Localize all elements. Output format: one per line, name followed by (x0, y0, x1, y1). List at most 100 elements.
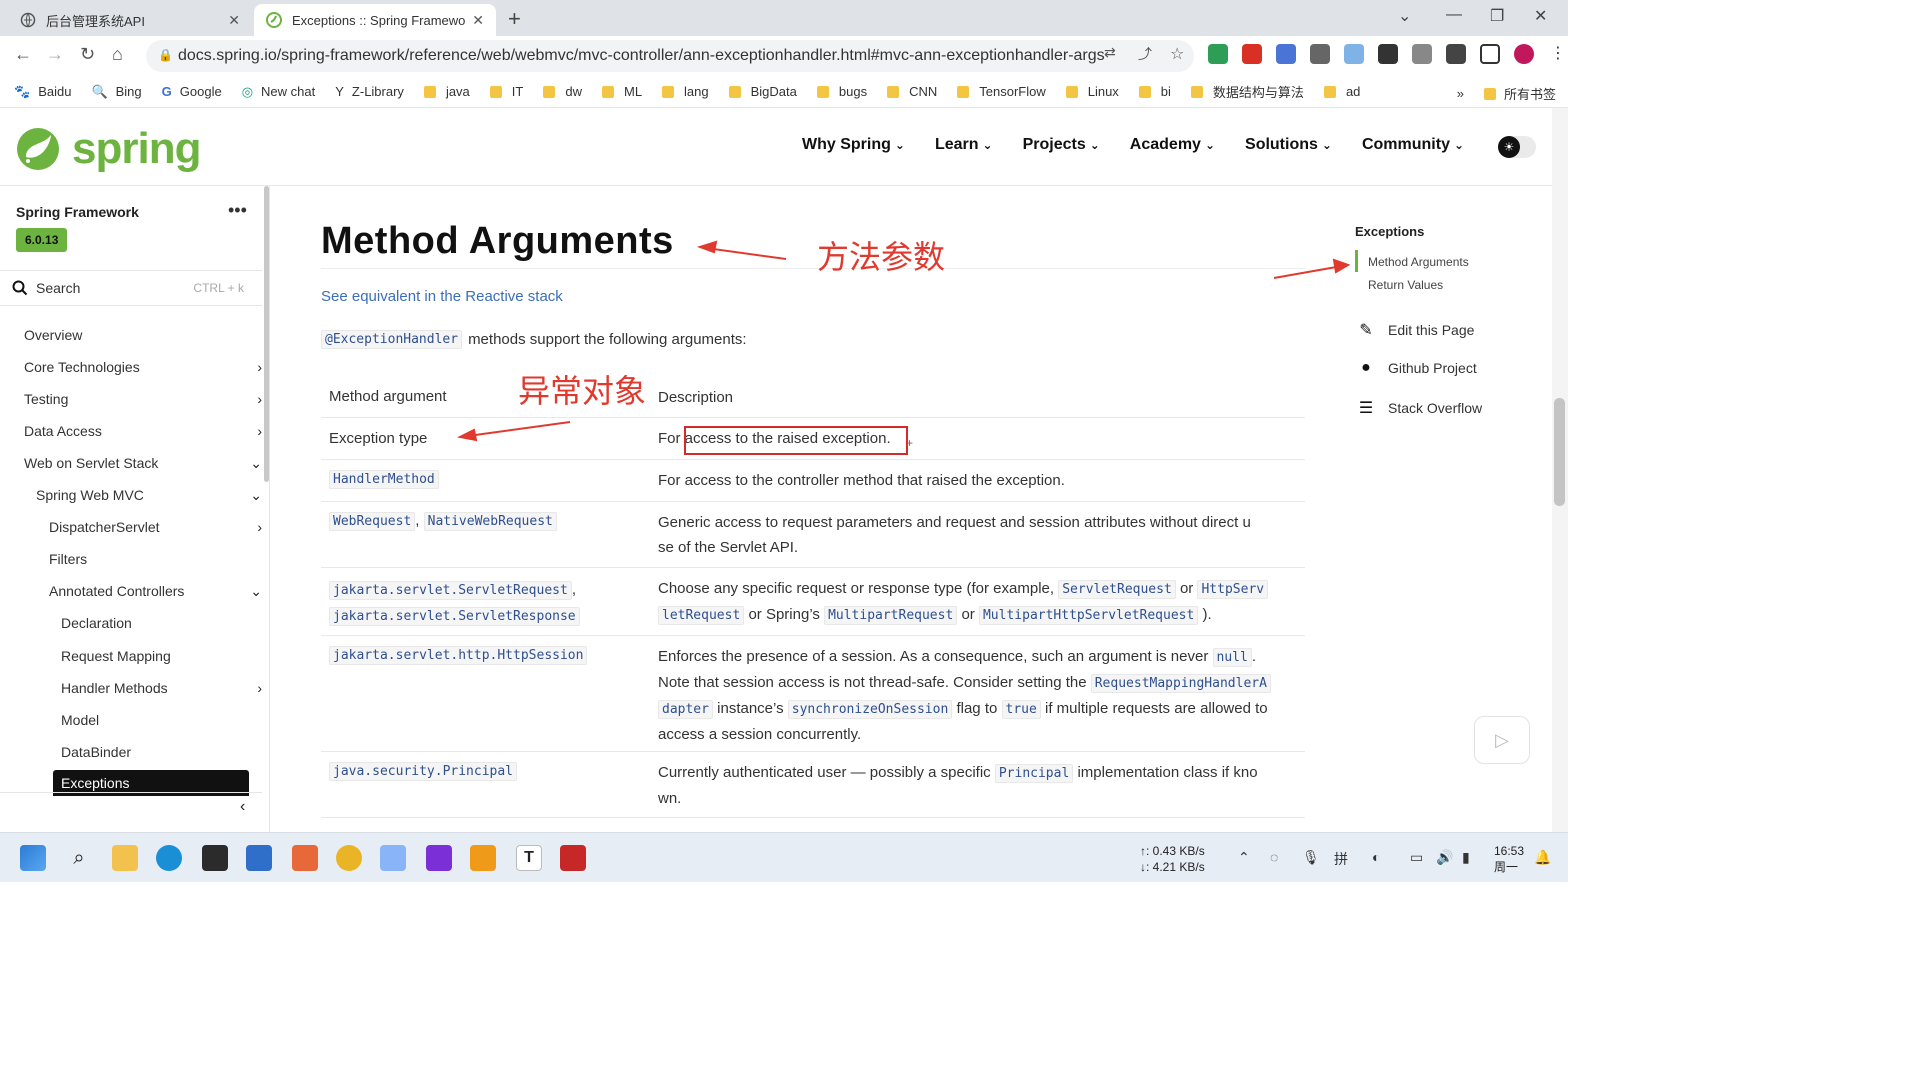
version-badge[interactable]: 6.0.13 (16, 228, 68, 252)
share-icon[interactable]: ⤴ (1138, 44, 1152, 64)
input-method-icon[interactable]: 拼 (1334, 849, 1348, 869)
window-close-icon[interactable]: ✕ (1534, 6, 1547, 26)
chevron-down-icon[interactable]: ⌄ (250, 583, 262, 600)
sidebar-item-databinder[interactable]: DataBinder (61, 739, 269, 765)
bookmark-new-chat[interactable]: ◎ New chat (242, 84, 316, 100)
bookmark-folder[interactable]: java (423, 84, 470, 99)
vue-extension-icon[interactable] (1310, 44, 1330, 64)
nav-community[interactable]: Community ⌄ (1362, 136, 1464, 154)
new-tab-button[interactable]: + (508, 6, 521, 32)
chevron-right-icon[interactable]: › (257, 519, 262, 535)
bookmark-folder[interactable]: bi (1138, 84, 1171, 99)
chevron-down-icon[interactable]: ⌄ (250, 487, 262, 504)
sidebar-item-data-access[interactable]: Data Access › (24, 418, 269, 444)
nav-learn[interactable]: Learn ⌄ (935, 136, 993, 154)
tab-admin-api[interactable]: 后台管理系统API ✕ (8, 4, 252, 36)
microphone-icon[interactable]: 🎙 (1302, 849, 1320, 866)
bookmark-baidu[interactable]: 🐾 Baidu (14, 84, 71, 100)
battery-icon[interactable]: ▮ (1462, 849, 1470, 866)
nav-why-spring[interactable]: Why Spring ⌄ (802, 136, 905, 154)
bookmark-folder[interactable]: BigData (728, 84, 797, 99)
bookmark-folder[interactable]: CNN (887, 84, 937, 99)
sidebar-item-spring-web-mvc[interactable]: Spring Web MVC ⌄ (36, 482, 269, 508)
puzzle-extension-icon[interactable] (1378, 44, 1398, 64)
windows-start-icon[interactable] (20, 845, 46, 871)
tray-app-icon[interactable]: ◌ (1270, 849, 1278, 865)
sublime-icon[interactable] (470, 845, 496, 871)
nav-academy[interactable]: Academy ⌄ (1130, 136, 1215, 154)
chevron-right-icon[interactable]: › (257, 423, 262, 439)
system-clock[interactable]: 16:53 周一 (1494, 843, 1524, 875)
url-bar[interactable]: 🔒 docs.spring.io/spring-framework/refere… (146, 40, 1194, 72)
chevron-down-icon[interactable]: ⌄ (250, 455, 262, 472)
nav-projects[interactable]: Projects ⌄ (1023, 136, 1100, 154)
home-icon[interactable]: ⌂ (112, 44, 123, 65)
lock-icon[interactable]: 🔒 (158, 48, 173, 62)
sidebar-item-filters[interactable]: Filters (49, 546, 269, 572)
bookmark-folder[interactable]: ad (1323, 84, 1360, 99)
typora-icon[interactable]: T (516, 845, 542, 871)
collapse-sidebar-icon[interactable]: ‹ (240, 798, 245, 816)
display-icon[interactable]: ▭ (1410, 849, 1423, 866)
bookmark-folder[interactable]: dw (543, 84, 582, 99)
more-icon[interactable]: ••• (228, 200, 247, 221)
volume-icon[interactable]: 🔊 (1436, 849, 1453, 866)
sidebar-item-overview[interactable]: Overview (24, 322, 269, 348)
sidebar-item-core-technologies[interactable]: Core Technologies › (24, 354, 269, 380)
maximize-icon[interactable]: ❐ (1490, 6, 1504, 26)
notification-bell-icon[interactable]: 🔔 (1534, 849, 1551, 866)
forward-arrow-icon[interactable]: → (46, 44, 64, 65)
tray-app-icon[interactable]: ◐ (1372, 849, 1380, 865)
sidebar-scrollbar[interactable] (264, 186, 269, 482)
bookmarks-more[interactable]: » (1457, 86, 1464, 101)
close-icon[interactable]: ✕ (228, 12, 240, 29)
chrome-icon[interactable] (336, 845, 362, 871)
tray-chevron-icon[interactable]: ⌃ (1238, 849, 1250, 866)
sidebar-item-testing[interactable]: Testing › (24, 386, 269, 412)
bookmark-google[interactable]: G Google (162, 84, 222, 99)
sidebar-item-request-mapping[interactable]: Request Mapping (61, 643, 269, 669)
sync-extension-icon[interactable] (1344, 44, 1364, 64)
github-project-link[interactable]: ● Github Project (1356, 359, 1477, 377)
bookmark-folder[interactable]: lang (662, 84, 709, 99)
app-icon[interactable] (292, 845, 318, 871)
theme-toggle[interactable]: ☀ (1498, 136, 1536, 158)
shield-extension-icon[interactable] (1208, 44, 1228, 64)
bookmark-folder[interactable]: Linux (1065, 84, 1119, 99)
sidebar-item-declaration[interactable]: Declaration (61, 610, 269, 636)
page-scrollbar[interactable] (1552, 108, 1568, 832)
app-icon[interactable] (380, 845, 406, 871)
file-explorer-icon[interactable] (112, 845, 138, 871)
edit-page-link[interactable]: ✎ Edit this Page (1356, 320, 1474, 340)
extensions-puzzle-icon[interactable] (1446, 44, 1466, 64)
sidebar-item-model[interactable]: Model (61, 707, 269, 733)
bookmark-bing[interactable]: 🔍 Bing (91, 84, 141, 100)
edge-browser-icon[interactable] (156, 845, 182, 871)
search-icon[interactable]: ⌕ (66, 845, 92, 871)
tab-search-icon[interactable]: ⌄ (1398, 6, 1411, 26)
bookmark-folder[interactable]: TensorFlow (957, 84, 1046, 99)
bookmark-folder[interactable]: IT (489, 84, 523, 99)
translate-icon[interactable]: ⇄ (1104, 44, 1116, 61)
intellij-icon[interactable] (426, 845, 452, 871)
spring-logo[interactable]: spring (14, 124, 201, 174)
play-overlay-icon[interactable]: ▷ (1474, 716, 1530, 764)
store-icon[interactable] (246, 845, 272, 871)
toc-item-return-values[interactable]: Return Values (1368, 278, 1443, 292)
sidebar-search[interactable]: Search CTRL + k (0, 270, 262, 306)
bookmark-folder[interactable]: 数据结构与算法 (1190, 82, 1304, 101)
sidebar-item-annotated-controllers[interactable]: Annotated Controllers ⌄ (49, 578, 269, 604)
close-icon[interactable]: ✕ (472, 12, 484, 29)
profile-avatar[interactable] (1514, 44, 1534, 64)
minimize-icon[interactable]: — (1446, 6, 1462, 24)
bookmark-folder[interactable]: bugs (816, 84, 867, 99)
stack-overflow-link[interactable]: ☰ Stack Overflow (1356, 398, 1482, 418)
terminal-icon[interactable] (202, 845, 228, 871)
chevron-right-icon[interactable]: › (257, 359, 262, 375)
bookmark-folder[interactable]: ML (601, 84, 642, 99)
chevron-right-icon[interactable]: › (257, 680, 262, 696)
side-panel-icon[interactable] (1480, 44, 1500, 64)
back-arrow-icon[interactable]: ← (14, 44, 32, 65)
sidebar-item-dispatcherservlet[interactable]: DispatcherServlet › (49, 514, 269, 540)
app-icon[interactable] (560, 845, 586, 871)
